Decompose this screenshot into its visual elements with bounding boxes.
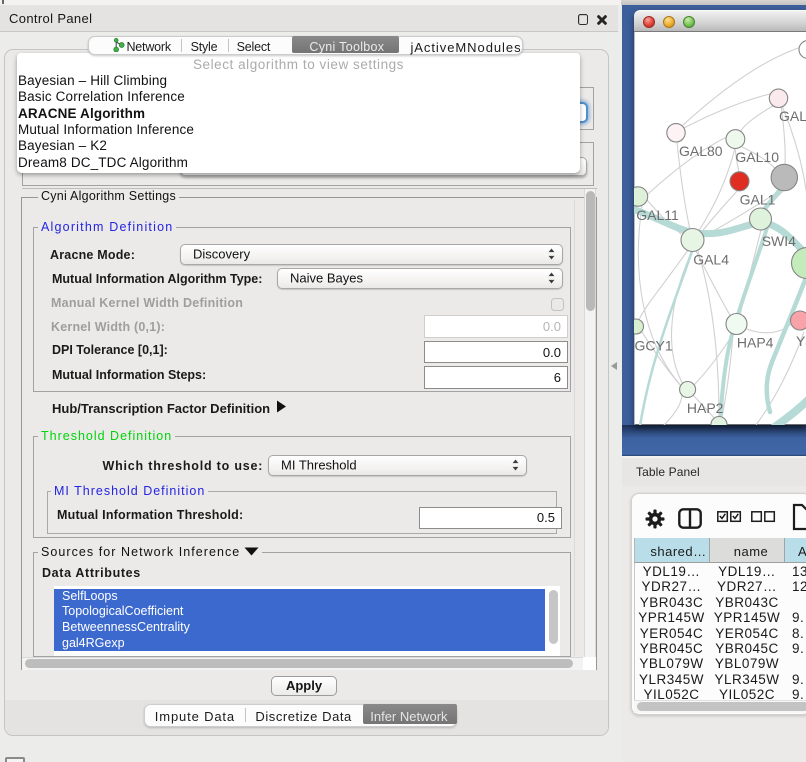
svg-text:GAL7: GAL7 xyxy=(779,108,806,124)
svg-text:GAL1: GAL1 xyxy=(740,191,776,207)
svg-text:SWI4: SWI4 xyxy=(762,233,796,249)
svg-text:HAP4: HAP4 xyxy=(737,334,774,350)
svg-text:GAL11: GAL11 xyxy=(636,207,679,223)
svg-text:HAP2: HAP2 xyxy=(687,400,724,416)
svg-text:GAL4: GAL4 xyxy=(693,251,729,267)
svg-text:YJ: YJ xyxy=(796,333,806,349)
svg-text:GAL80: GAL80 xyxy=(679,143,723,159)
svg-text:GCY1: GCY1 xyxy=(635,337,673,353)
svg-text:GAL10: GAL10 xyxy=(735,149,779,165)
